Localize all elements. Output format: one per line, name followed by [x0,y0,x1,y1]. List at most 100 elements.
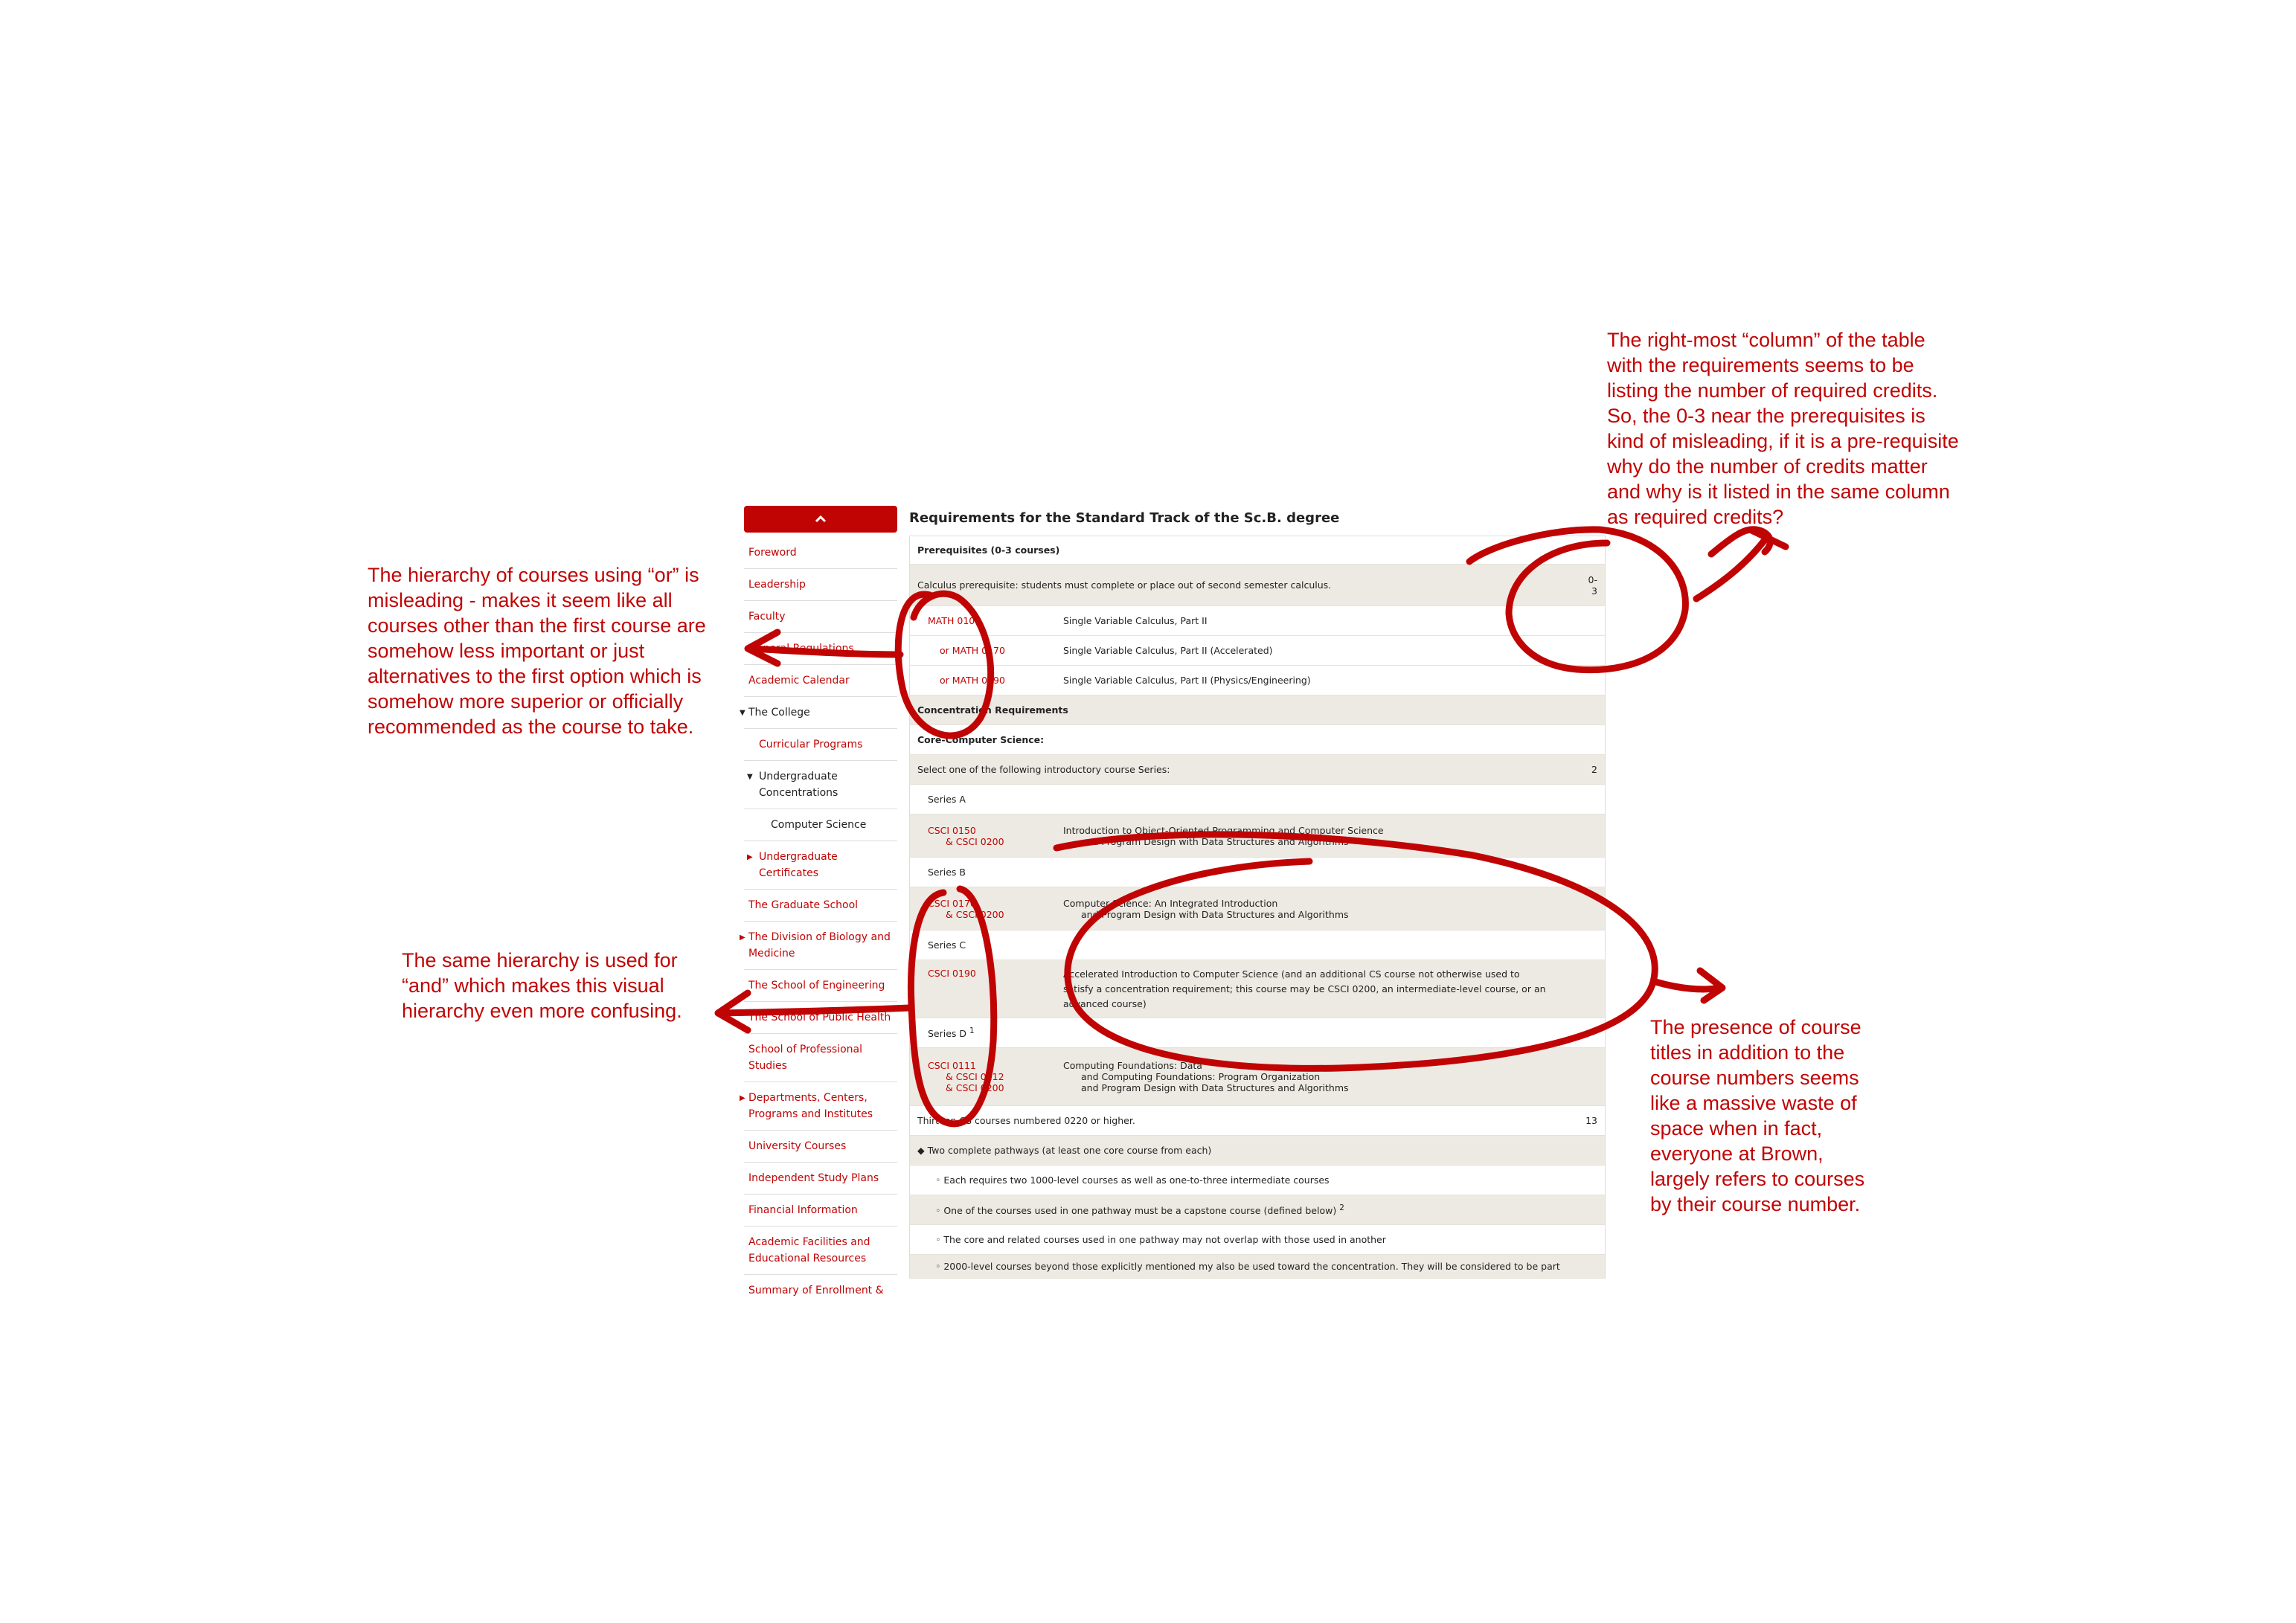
nav-item-departments[interactable]: ▶ Departments, Centers, Programs and Ins… [740,1082,897,1131]
pathway-bullet-cell: ◦ One of the courses used in one pathway… [909,1195,1606,1225]
nav-item-university-courses[interactable]: University Courses [744,1131,897,1163]
nav-item-label: The Division of Biology and Medicine [748,931,891,960]
caret-right-icon: ▶ [747,853,753,861]
footnote-marker[interactable]: 1 [969,1026,975,1035]
pathway-bullet: ◦ The core and related courses used in o… [909,1224,1606,1255]
course-link[interactable]: & CSCI 0200 [928,836,1048,847]
course-link[interactable]: CSCI 0190 [928,968,1048,979]
course-title: Computing Foundations: Data [1063,1060,1202,1071]
nav-item-independent-study[interactable]: Independent Study Plans [744,1163,897,1195]
prerequisites-header: Prerequisites (0-3 courses) [909,536,1606,565]
table-row: Series B [909,857,1606,887]
caret-down-icon: ▼ [740,709,745,717]
calculus-prereq-text: Calculus prerequisite: students must com… [909,564,1560,606]
course-title: Single Variable Calculus, Part II [1056,605,1560,636]
nav-item-financial-information[interactable]: Financial Information [744,1195,897,1227]
course-code-cell: or MATH 0190 [909,665,1056,695]
nav-item-leadership[interactable]: Leadership [744,569,897,601]
table-row: CSCI 0190 Accelerated Introduction to Co… [909,960,1606,1018]
nav-item-school-of-engineering[interactable]: The School of Engineering [744,970,897,1002]
course-link[interactable]: & CSCI 0200 [928,1082,1048,1093]
nav-item-the-college[interactable]: ▼ The College [740,697,897,729]
table-row: Concentration Requirements [909,695,1606,725]
nav-item-undergraduate-concentrations[interactable]: ▼ Undergraduate Concentrations [744,761,897,809]
course-link[interactable]: or MATH 0190 [940,675,1005,686]
nav-item-label: Departments, Centers, Programs and Insti… [748,1092,873,1120]
series-label: Series A [909,784,1606,814]
nav-item-academic-calendar[interactable]: Academic Calendar [744,665,897,697]
nav-item-foreword[interactable]: Foreword [744,537,897,569]
nav-item-general-regulations[interactable]: General Regulations [744,633,897,665]
annotation-course-titles: The presence of course titles in additio… [1650,1016,1865,1215]
table-row: Core-Computer Science: [909,724,1606,755]
table-row: or MATH 0170 Single Variable Calculus, P… [909,635,1606,666]
pathway-bullet: ◦ One of the courses used in one pathway… [935,1205,1337,1217]
nav-item-academic-facilities[interactable]: Academic Facilities and Educational Reso… [744,1227,897,1275]
course-code-cell: CSCI 0150 & CSCI 0200 [909,814,1056,858]
select-series-text: Select one of the following introductory… [909,754,1560,785]
nav-item-undergraduate-certificates[interactable]: ▶ Undergraduate Certificates [744,841,897,890]
course-link[interactable]: & CSCI 0200 [928,909,1048,920]
nav-item-label: The College [748,707,810,719]
nav-item-graduate-school[interactable]: The Graduate School [744,890,897,922]
requirements-table: Prerequisites (0-3 courses) Calculus pre… [909,536,1606,1279]
course-title: Single Variable Calculus, Part II (Accel… [1056,635,1560,666]
thirteen-courses-text: Thirteen CS courses numbered 0220 or hig… [909,1105,1560,1136]
course-link[interactable]: & CSCI 0112 [928,1071,1048,1082]
caret-right-icon: ▶ [740,1094,745,1102]
course-link[interactable]: or MATH 0170 [940,645,1005,656]
table-row: Thirteen CS courses numbered 0220 or hig… [909,1105,1606,1136]
calculus-hours: 0- 3 [1560,564,1606,606]
table-row: ◦ 2000-level courses beyond those explic… [909,1254,1606,1279]
annotation-credits-column: The right-most “column” of the table wit… [1607,329,1959,528]
annotation-arrow-credits [1693,526,1789,602]
annotation-or-hierarchy: The hierarchy of courses using “or” is m… [368,564,706,738]
course-title-cell: Computer Science: An Integrated Introduc… [1056,887,1560,931]
series-label: Series B [909,857,1606,887]
nav-item-computer-science[interactable]: Computer Science [744,809,897,841]
nav-item-curricular-programs[interactable]: Curricular Programs [744,729,897,761]
collapse-nav-button[interactable] [744,506,897,533]
course-link[interactable]: CSCI 0111 [928,1060,1048,1071]
pathway-bullet: ◦ Each requires two 1000-level courses a… [909,1165,1606,1195]
series-hours: 2 [1560,754,1606,785]
course-link[interactable]: CSCI 0150 [928,825,1048,836]
course-title: and Computing Foundations: Program Organ… [1081,1071,1321,1082]
footnote-marker[interactable]: 2 [1339,1203,1344,1212]
annotation-arrow-titles [1652,967,1726,1004]
hours-line: 3 [1591,585,1597,597]
course-title: and Program Design with Data Structures … [1081,1082,1349,1093]
course-title: Computer Science: An Integrated Introduc… [1063,897,1278,909]
concentration-header: Concentration Requirements [909,695,1606,725]
table-row: ◆ Two complete pathways (at least one co… [909,1135,1606,1166]
series-label: Series C [909,930,1606,960]
nav-item-summary-enrollment[interactable]: Summary of Enrollment & [744,1275,897,1306]
course-title: Accelerated Introduction to Computer Sci… [1056,960,1560,1018]
course-code-cell: MATH 0100 [909,605,1056,636]
core-header: Core-Computer Science: [909,724,1606,755]
course-title-cell: Computing Foundations: Data and Computin… [1056,1047,1560,1106]
table-row: Select one of the following introductory… [909,754,1606,785]
course-title: and Program Design with Data Structures … [1081,908,1349,920]
nav-item-professional-studies[interactable]: School of Professional Studies [744,1034,897,1082]
series-label: Series D [928,1028,967,1040]
table-row: Calculus prerequisite: students must com… [909,564,1606,606]
table-row: CSCI 0150 & CSCI 0200 Introduction to Ob… [909,814,1606,858]
course-title: Introduction to Object-Oriented Programm… [1063,824,1384,836]
table-row: ◦ One of the courses used in one pathway… [909,1195,1606,1225]
nav-item-school-of-public-health[interactable]: The School of Public Health [744,1002,897,1034]
table-row: CSCI 0170 & CSCI 0200 Computer Science: … [909,887,1606,931]
nav-item-label: Undergraduate Certificates [759,851,838,879]
course-title: and Program Design with Data Structures … [1081,835,1349,847]
course-link[interactable]: CSCI 0170 [928,898,1048,909]
sidebar-nav: Foreword Leadership Faculty General Regu… [740,506,897,1306]
nav-item-biology-medicine[interactable]: ▶ The Division of Biology and Medicine [740,922,897,970]
table-row: ◦ The core and related courses used in o… [909,1224,1606,1255]
pathways-text: ◆ Two complete pathways (at least one co… [909,1135,1606,1166]
table-row: CSCI 0111 & CSCI 0112 & CSCI 0200 Comput… [909,1047,1606,1106]
course-link[interactable]: MATH 0100 [928,615,981,626]
series-label-cell: Series D 1 [909,1018,1606,1048]
nav-item-label: Undergraduate Concentrations [759,771,838,799]
nav-item-faculty[interactable]: Faculty [744,601,897,633]
course-title: Single Variable Calculus, Part II (Physi… [1056,665,1560,695]
